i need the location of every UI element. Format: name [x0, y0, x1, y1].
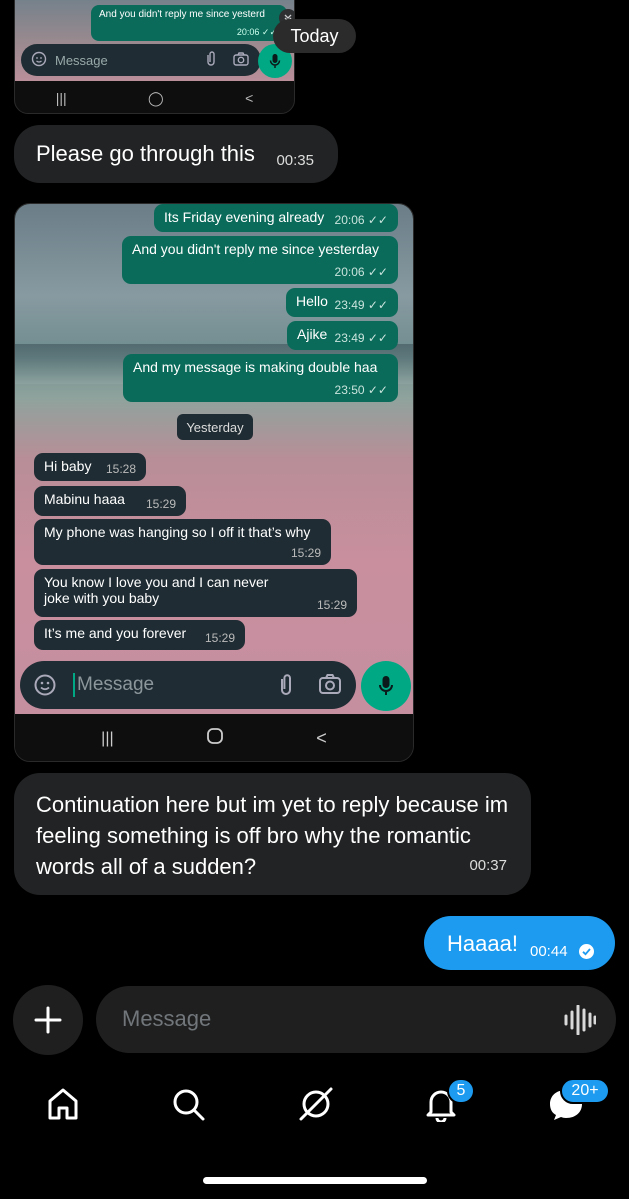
- read-check-icon: [579, 944, 594, 959]
- screenshot-nav-bar: ||| <: [15, 714, 413, 761]
- nav-recent-icon: |||: [101, 729, 114, 747]
- add-attachment-button[interactable]: [13, 985, 83, 1055]
- screenshot-outgoing-time: 20:06 ✓✓: [334, 265, 388, 279]
- message-text: Haaaa!: [447, 931, 518, 956]
- screenshot-outgoing-bubble: And you didn't reply me since yesterd 20…: [91, 5, 287, 41]
- bottom-tab-bar: 5 20+: [0, 1070, 629, 1140]
- tab-search[interactable]: [168, 1084, 208, 1124]
- incoming-message[interactable]: Continuation here but im yet to reply be…: [14, 773, 531, 895]
- grok-icon: [299, 1087, 333, 1121]
- nav-back-icon: <: [316, 728, 327, 748]
- top-screenshot-image[interactable]: And you didn't reply me since yesterd 20…: [14, 0, 295, 114]
- screenshot-incoming-text: You know I love you and I can never joke…: [44, 574, 269, 606]
- text-caret: [73, 673, 75, 697]
- message-composer: [96, 986, 616, 1053]
- screenshot-incoming-time: 15:29: [290, 546, 321, 560]
- plus-icon: [34, 1006, 62, 1034]
- screenshot-message-bar: Message: [21, 44, 261, 76]
- screenshot-outgoing-text: And you didn't reply me since yesterd: [99, 9, 265, 20]
- message-text: Please go through this: [36, 141, 255, 166]
- message-time: 00:35: [276, 152, 314, 169]
- sticker-icon: [31, 51, 47, 70]
- screenshot-incoming-text: My phone was hanging so I off it that’s …: [44, 524, 311, 540]
- screenshot-incoming-bubble: It’s me and you forever 15:29: [34, 620, 245, 650]
- screenshot-outgoing-bubble: Its Friday evening already 20:06 ✓✓: [154, 204, 398, 232]
- screenshot-outgoing-text: Its Friday evening already: [164, 209, 325, 225]
- message-time: 00:37: [469, 857, 507, 874]
- screenshot-incoming-text: Hi baby: [44, 458, 92, 474]
- chat-screenshot-image[interactable]: Its Friday evening already 20:06 ✓✓ And …: [14, 203, 414, 762]
- messages-badge: 20+: [560, 1078, 610, 1104]
- screenshot-incoming-time: 15:29: [145, 497, 176, 511]
- screenshot-outgoing-bubble: Hello 23:49 ✓✓: [286, 288, 398, 317]
- screenshot-outgoing-time: 23:50 ✓✓: [334, 383, 388, 397]
- screenshot-outgoing-bubble: And you didn't reply me since yesterday …: [122, 236, 398, 284]
- screenshot-outgoing-bubble: Ajike 23:49 ✓✓: [287, 321, 398, 350]
- screenshot-incoming-time: 15:29: [316, 598, 347, 612]
- message-time: 00:44: [530, 943, 568, 960]
- screenshot-outgoing-text: And you didn't reply me since yesterday: [132, 241, 380, 257]
- screenshot-outgoing-text: Ajike: [297, 326, 328, 342]
- home-icon: [48, 1088, 78, 1120]
- home-indicator[interactable]: [203, 1177, 427, 1184]
- screenshot-outgoing-time: 23:49 ✓✓: [334, 331, 388, 345]
- nav-recent-icon: |||: [55, 90, 67, 106]
- screenshot-outgoing-text: And my message is making double haa: [133, 359, 378, 375]
- screenshot-message-placeholder: Message: [77, 674, 155, 695]
- screenshot-message-bar: Message: [20, 661, 356, 709]
- voice-wave-icon: [564, 1004, 597, 1036]
- incoming-message[interactable]: Please go through this 00:35: [14, 125, 338, 183]
- mic-icon: [361, 661, 411, 711]
- date-separator-today: Today: [273, 19, 356, 53]
- screenshot-nav-bar: ||| ◯ <: [15, 81, 294, 113]
- paperclip-icon: [205, 50, 217, 70]
- screenshot-outgoing-time: 23:49 ✓✓: [334, 298, 388, 312]
- screenshot-outgoing-bubble: And my message is making double haa 23:5…: [123, 354, 398, 402]
- screenshot-incoming-text: It’s me and you forever: [44, 625, 187, 641]
- screenshot-outgoing-time: 20:06 ✓✓: [334, 213, 388, 227]
- paperclip-icon: [278, 673, 294, 702]
- camera-icon: [233, 51, 249, 69]
- camera-icon: [318, 673, 342, 700]
- screenshot-incoming-bubble: Mabinu haaa 15:29: [34, 486, 186, 516]
- screenshot-message-placeholder: Message: [55, 52, 108, 68]
- tab-home[interactable]: [43, 1084, 83, 1124]
- screenshot-incoming-time: 15:28: [105, 462, 136, 476]
- voice-message-button[interactable]: [564, 1004, 597, 1040]
- message-input[interactable]: [122, 1002, 522, 1036]
- nav-home-icon: [206, 727, 224, 750]
- nav-home-icon: ◯: [148, 89, 164, 106]
- message-text: Continuation here but im yet to reply be…: [36, 792, 509, 879]
- notifications-badge: 5: [447, 1078, 475, 1104]
- screenshot-outgoing-time: 20:06 ✓✓: [236, 27, 277, 37]
- screenshot-incoming-bubble: You know I love you and I can never joke…: [34, 569, 357, 617]
- screenshot-incoming-bubble: My phone was hanging so I off it that’s …: [34, 519, 331, 565]
- screenshot-incoming-time: 15:29: [204, 631, 235, 645]
- outgoing-message[interactable]: Haaaa! 00:44: [424, 916, 615, 970]
- nav-back-icon: <: [245, 90, 254, 106]
- screenshot-incoming-bubble: Hi baby 15:28: [34, 453, 146, 481]
- screenshot-outgoing-text: Hello: [296, 293, 328, 309]
- search-icon: [173, 1089, 205, 1121]
- tab-grok[interactable]: [296, 1084, 336, 1124]
- sticker-icon: [33, 673, 57, 702]
- screenshot-day-separator: Yesterday: [177, 414, 253, 440]
- screenshot-incoming-text: Mabinu haaa: [44, 491, 125, 507]
